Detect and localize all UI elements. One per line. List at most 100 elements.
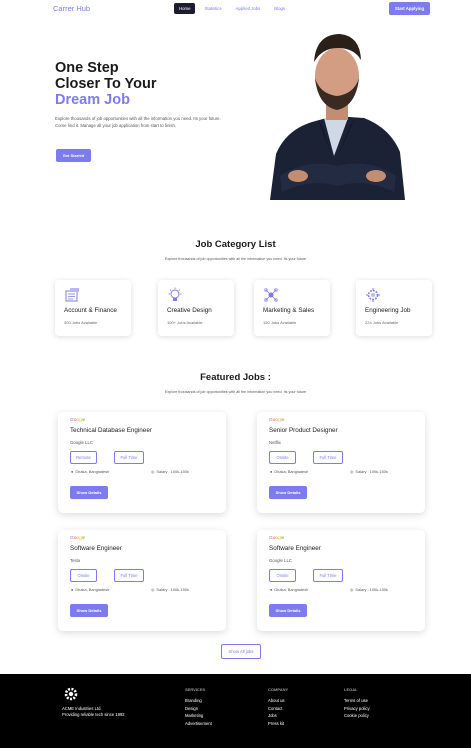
hero-person-photo — [270, 34, 405, 200]
job-salary: ◎ Salary : 100k-150k — [350, 587, 388, 592]
location-text: Dhaka, Bangladesh — [75, 469, 110, 474]
job-salary: ◎ Salary : 100k-150k — [151, 587, 189, 592]
show-details-button[interactable]: Show Details — [269, 486, 307, 499]
job-salary: ◎ Salary : 100k-150k — [151, 469, 189, 474]
footer-link-marketing[interactable]: Marketing — [185, 712, 212, 720]
get-started-button[interactable]: Get Started — [56, 149, 91, 162]
job-type-chip: Onsite — [269, 451, 296, 464]
job-location: ● Dhaka, Bangladesh — [71, 587, 109, 592]
footer-link-privacy[interactable]: Privacy policy — [344, 705, 370, 713]
footer-link-about[interactable]: About us — [268, 697, 288, 705]
location-text: Dhaka, Bangladesh — [274, 587, 309, 592]
footer-link-design[interactable]: Design — [185, 705, 212, 713]
brand-logo-text[interactable]: Carrer Hub — [53, 4, 90, 13]
job-location: ● Dhaka, Bangladesh — [270, 469, 308, 474]
gear-logo-icon — [64, 687, 78, 701]
category-count: 300 Jobs Available — [64, 320, 98, 325]
hero-title-accent: Dream Job — [55, 92, 130, 108]
footer-link-jobs[interactable]: Jobs — [268, 712, 288, 720]
location-pin-icon: ● — [71, 587, 74, 592]
job-location: ● Dhaka, Bangladesh — [71, 469, 109, 474]
category-count: 100+ Jobs Available — [167, 320, 203, 325]
footer-link-press[interactable]: Press kit — [268, 720, 288, 728]
job-type-chip: Onsite — [269, 569, 296, 582]
location-pin-icon: ● — [71, 469, 74, 474]
company-logo: Google — [70, 536, 86, 541]
job-company: Google LLC — [70, 440, 93, 445]
finance-icon — [65, 288, 79, 302]
show-details-button[interactable]: Show Details — [70, 486, 108, 499]
salary-text: Salary : 100k-150k — [156, 587, 189, 592]
dollar-icon: ◎ — [350, 587, 354, 592]
hero-description: Explore thousands of job opportunities w… — [55, 116, 221, 128]
category-count: 224 Jobs Available — [365, 320, 399, 325]
dollar-icon: ◎ — [151, 469, 155, 474]
job-title: Software Engineer — [269, 545, 321, 552]
start-applying-button[interactable]: Start Applying — [389, 2, 430, 15]
footer-link-terms[interactable]: Terms of use — [344, 697, 370, 705]
salary-text: Salary : 100k-150k — [355, 469, 388, 474]
category-name: Account & Finance — [64, 307, 117, 314]
category-card-finance[interactable]: Account & Finance 300 Jobs Available — [55, 280, 131, 336]
category-card-creative[interactable]: Creative Design 100+ Jobs Available — [158, 280, 234, 336]
category-name: Engineering Job — [365, 307, 411, 314]
footer-link-advertisement[interactable]: Advertisement — [185, 720, 212, 728]
footer-legal-heading: LEGAL — [344, 687, 358, 692]
footer-company-info: ACME Industries Ltd. Providing reliable … — [62, 706, 125, 718]
job-card: Google Software Engineer Tesla Onsite Fu… — [58, 530, 226, 631]
job-card: Google Senior Product Designer Netflix O… — [257, 412, 425, 513]
salary-text: Salary : 100k-150k — [156, 469, 189, 474]
location-text: Dhaka, Bangladesh — [75, 587, 110, 592]
footer: ACME Industries Ltd. Providing reliable … — [0, 674, 471, 748]
location-text: Dhaka, Bangladesh — [274, 469, 309, 474]
engineering-gear-icon — [366, 288, 380, 302]
job-company: Netflix — [269, 440, 281, 445]
footer-company-tagline: Providing reliable tech since 1992 — [62, 712, 125, 717]
company-logo: Google — [269, 418, 285, 423]
job-company: Google LLC — [269, 558, 292, 563]
category-section-title: Job Category List — [195, 239, 276, 250]
job-location: ● Dhaka, Bangladesh — [270, 587, 308, 592]
job-type-chip: Onsite — [70, 569, 97, 582]
nav-links: Home Statistics Applied Jobs Blogs — [174, 3, 290, 14]
dollar-icon: ◎ — [350, 469, 354, 474]
category-count: 150 Jobs Available — [263, 320, 297, 325]
footer-company-heading: COMPANY — [268, 687, 289, 692]
footer-legal-column: LEGAL Terms of use Privacy policy Cookie… — [344, 687, 370, 720]
hero-title-line2: Closer To Your — [55, 76, 157, 92]
show-details-button[interactable]: Show Details — [269, 604, 307, 617]
footer-services-heading: SERVICES — [185, 687, 206, 692]
job-card: Google Software Engineer Google LLC Onsi… — [257, 530, 425, 631]
job-time-chip: Full Time — [114, 451, 144, 464]
footer-link-contact[interactable]: Contact — [268, 705, 288, 713]
location-pin-icon: ● — [270, 469, 273, 474]
category-name: Creative Design — [167, 307, 212, 314]
category-card-marketing[interactable]: Marketing & Sales 150 Jobs Available — [254, 280, 330, 336]
hero-title-line1: One Step — [55, 60, 119, 76]
footer-link-branding[interactable]: Branding — [185, 697, 212, 705]
creative-bulb-icon — [168, 287, 182, 301]
footer-link-cookie[interactable]: Cookie policy — [344, 712, 370, 720]
salary-text: Salary : 100k-150k — [355, 587, 388, 592]
featured-section-subtitle: Explore thousands of job opportunities w… — [164, 390, 307, 394]
location-pin-icon: ● — [270, 587, 273, 592]
job-company: Tesla — [70, 558, 81, 563]
job-card: Google Technical Database Engineer Googl… — [58, 412, 226, 513]
job-time-chip: Full Time — [114, 569, 144, 582]
company-logo: Google — [269, 536, 285, 541]
job-title: Technical Database Engineer — [70, 427, 152, 434]
job-type-chip: Remote — [70, 451, 97, 464]
footer-company-name: ACME Industries Ltd. — [62, 706, 102, 711]
category-card-engineering[interactable]: Engineering Job 224 Jobs Available — [356, 280, 432, 336]
hero-title: One Step Closer To Your Dream Job — [55, 60, 157, 108]
category-section-subtitle: Explore thousands of job opportunities w… — [164, 257, 307, 261]
show-all-jobs-button[interactable]: Show All jobs — [221, 644, 261, 659]
nav-statistics[interactable]: Statistics — [199, 3, 226, 14]
show-details-button[interactable]: Show Details — [70, 604, 108, 617]
nav-home[interactable]: Home — [174, 3, 196, 14]
job-time-chip: Full Time — [313, 569, 343, 582]
job-salary: ◎ Salary : 100k-150k — [350, 469, 388, 474]
nav-applied-jobs[interactable]: Applied Jobs — [231, 3, 266, 14]
nav-blogs[interactable]: Blogs — [269, 3, 290, 14]
company-logo: Google — [70, 418, 86, 423]
